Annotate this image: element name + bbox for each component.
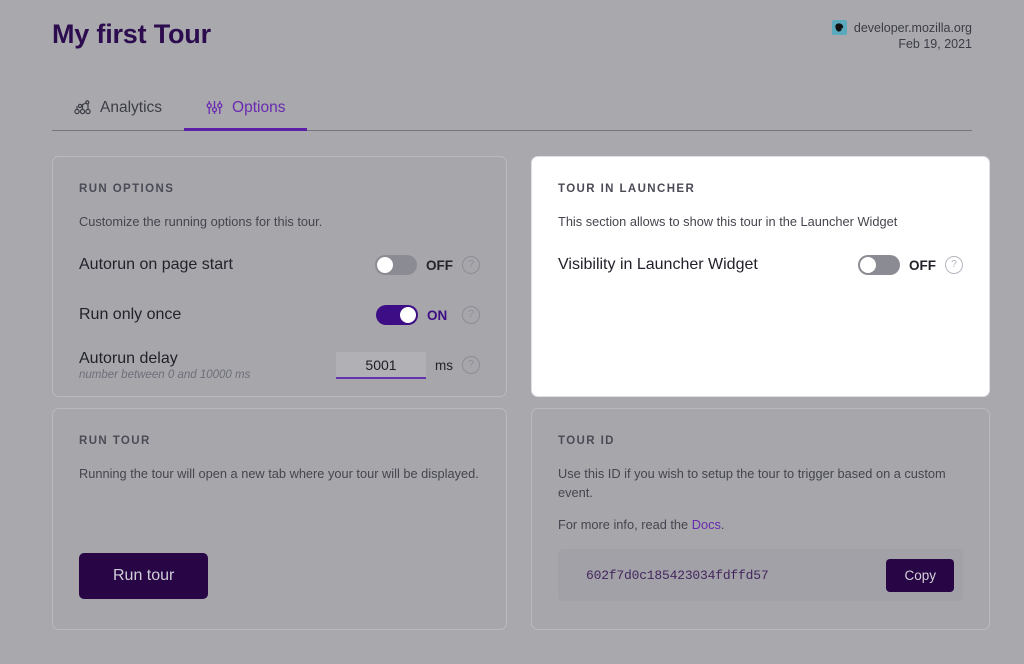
run-once-controls: ON ? [376,305,480,325]
visibility-label: Visibility in Launcher Widget [558,256,758,274]
run-once-label: Run only once [79,306,181,324]
tour-id-info: For more info, read the Docs. [558,515,963,534]
run-once-help-icon[interactable]: ? [462,306,480,324]
page-title: My first Tour [52,18,211,50]
analytics-chart-icon [74,100,91,116]
page-header: My first Tour developer.mozilla.org Feb … [32,0,992,51]
site-domain-line: developer.mozilla.org [832,20,972,35]
tour-in-launcher-description: This section allows to show this tour in… [558,212,963,231]
autorun-toggle-state: OFF [426,258,453,273]
run-once-toggle[interactable] [376,305,418,325]
row-autorun-on-page-start: Autorun on page start OFF ? [79,249,480,281]
tab-analytics[interactable]: Analytics [52,91,184,131]
autorun-delay-input[interactable] [336,352,426,379]
run-options-title: RUN OPTIONS [79,183,480,195]
run-tour-title: RUN TOUR [79,435,480,447]
run-tour-description: Running the tour will open a new tab whe… [79,464,480,483]
autorun-label: Autorun on page start [79,256,233,274]
autorun-delay-hint: number between 0 and 10000 ms [79,369,250,381]
visibility-help-icon[interactable]: ? [945,256,963,274]
mdn-dino-favicon-icon [832,20,847,35]
tab-options-label: Options [232,99,285,117]
tour-in-launcher-title: TOUR IN LAUNCHER [558,183,963,195]
site-domain-label: developer.mozilla.org [854,21,972,35]
tour-id-title: TOUR ID [558,435,963,447]
tour-id-bar: 602f7d0c185423034fdffd57 Copy [558,549,963,601]
site-meta: developer.mozilla.org Feb 19, 2021 [832,14,972,51]
card-tour-id: TOUR ID Use this ID if you wish to setup… [531,408,990,630]
toggle-knob [860,257,876,273]
row-autorun-delay: Autorun delay number between 0 and 10000… [79,349,480,381]
run-options-description: Customize the running options for this t… [79,212,480,231]
visibility-toggle[interactable] [858,255,900,275]
copy-button[interactable]: Copy [886,559,954,592]
visibility-controls: OFF ? [858,255,963,275]
visibility-toggle-state: OFF [909,258,936,273]
autorun-toggle[interactable] [375,255,417,275]
tab-analytics-label: Analytics [100,99,162,117]
card-tour-in-launcher: TOUR IN LAUNCHER This section allows to … [531,156,990,397]
tab-bar: Analytics Options [52,91,972,131]
site-date-label: Feb 19, 2021 [832,37,972,51]
sliders-icon [206,100,223,116]
run-once-toggle-state: ON [427,308,453,323]
autorun-delay-help-icon[interactable]: ? [462,356,480,374]
tab-options[interactable]: Options [184,91,307,131]
autorun-delay-unit: ms [435,358,453,373]
run-tour-button-wrap: Run tour [79,553,208,599]
tour-id-info-suffix: . [721,517,725,532]
autorun-delay-label: Autorun delay [79,350,178,367]
cards-grid: RUN OPTIONS Customize the running option… [52,156,972,630]
tour-id-description: Use this ID if you wish to setup the tou… [558,464,963,502]
card-run-tour: RUN TOUR Running the tour will open a ne… [52,408,507,630]
autorun-controls: OFF ? [375,255,480,275]
page-root: My first Tour developer.mozilla.org Feb … [0,0,1024,664]
run-tour-button[interactable]: Run tour [79,553,208,599]
row-visibility-in-launcher: Visibility in Launcher Widget OFF ? [558,249,963,281]
autorun-help-icon[interactable]: ? [462,256,480,274]
card-run-options: RUN OPTIONS Customize the running option… [52,156,507,397]
row-run-only-once: Run only once ON ? [79,299,480,331]
tour-id-value: 602f7d0c185423034fdffd57 [586,568,768,583]
toggle-knob [377,257,393,273]
tour-id-info-prefix: For more info, read the [558,517,692,532]
autorun-delay-label-block: Autorun delay number between 0 and 10000… [79,350,250,381]
autorun-delay-controls: ms ? [336,352,480,379]
toggle-knob [400,307,416,323]
docs-link[interactable]: Docs [692,517,721,532]
